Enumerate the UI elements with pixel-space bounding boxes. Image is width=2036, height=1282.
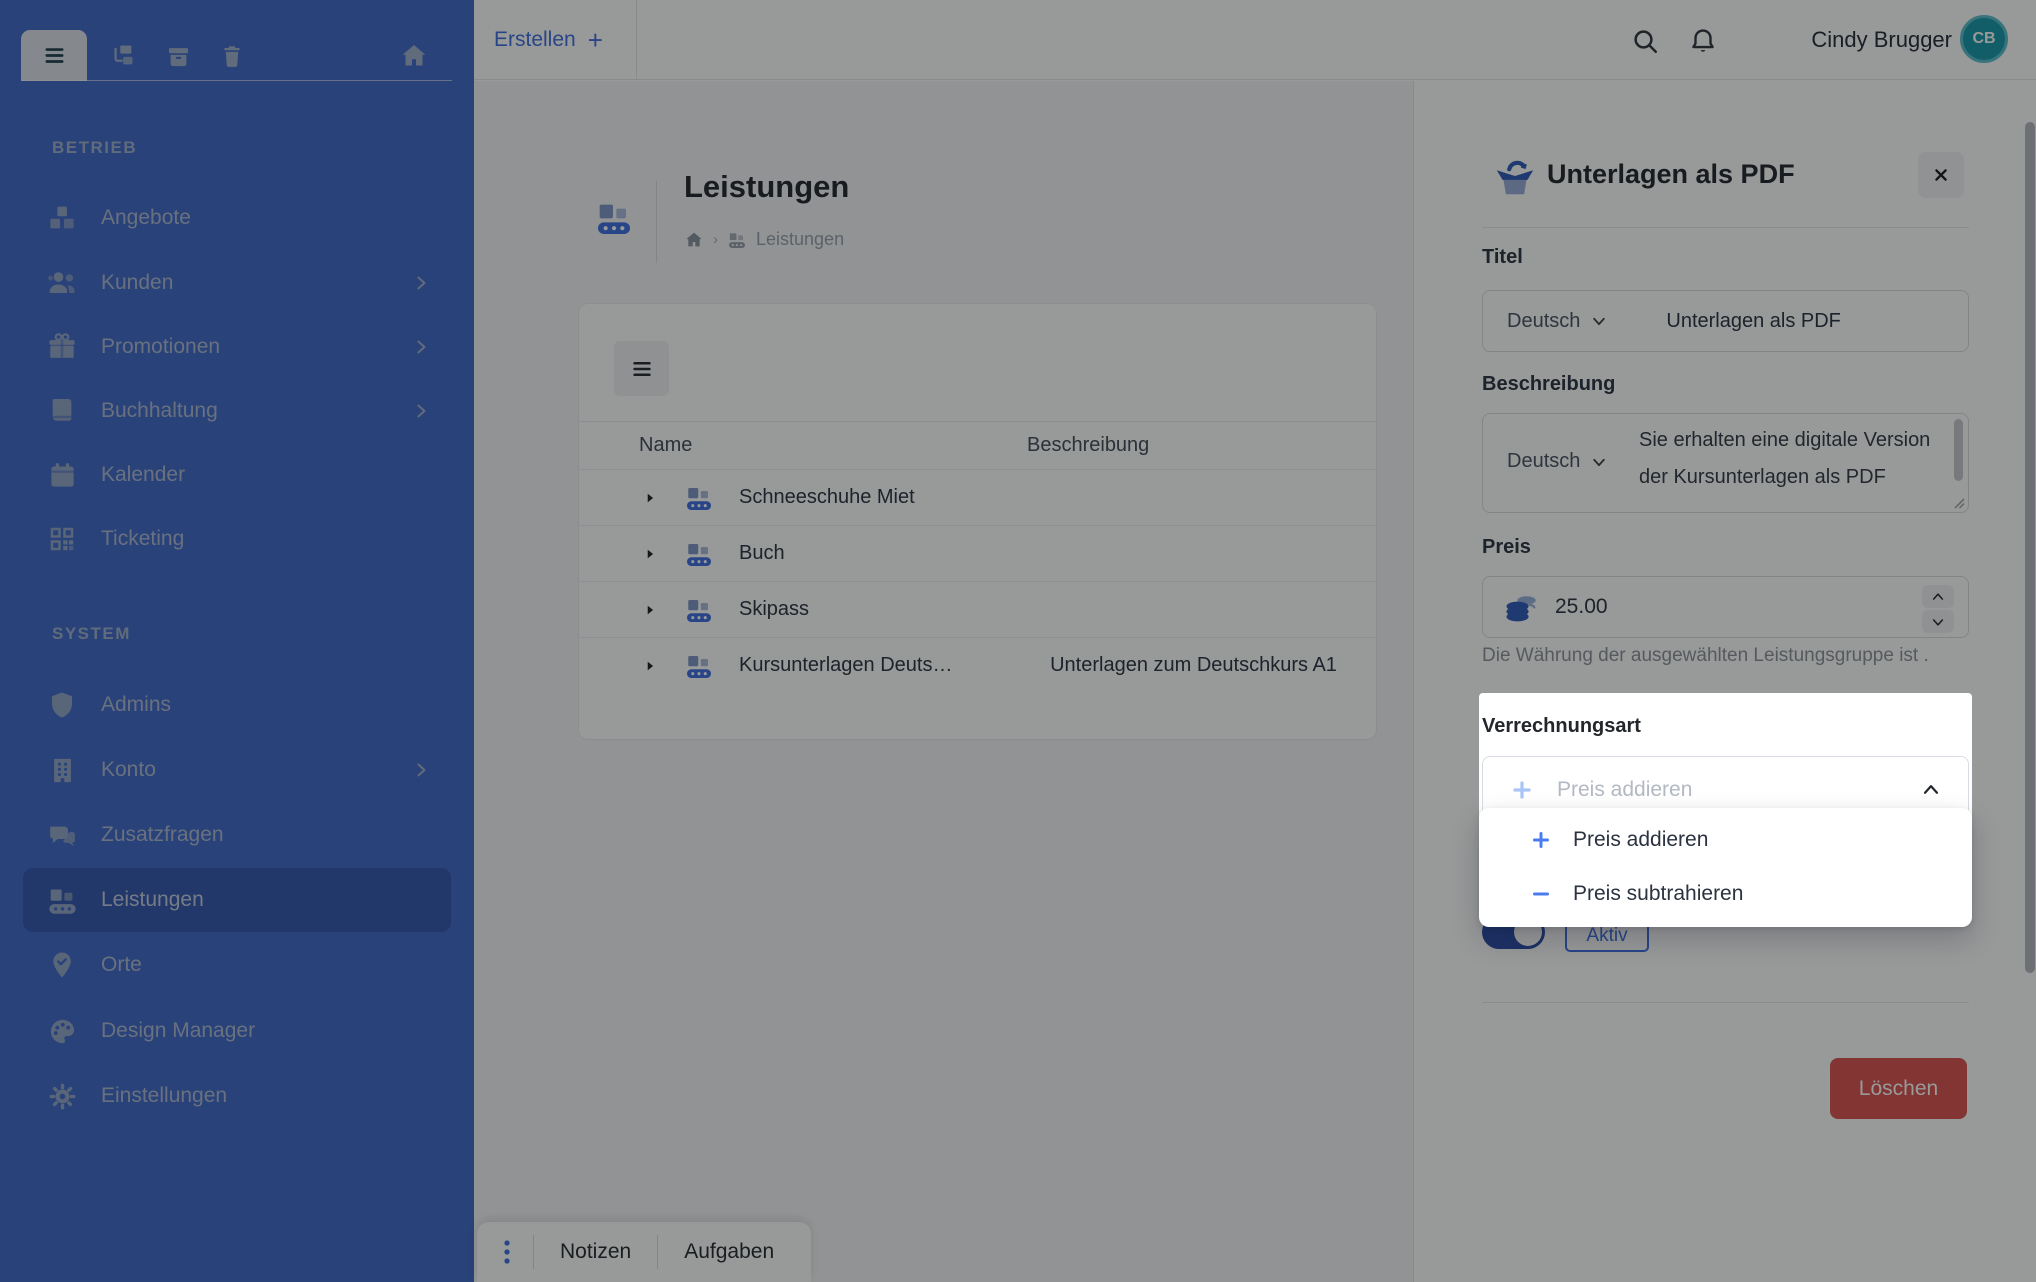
plus-icon bbox=[1509, 777, 1535, 803]
option-preis-subtrahieren[interactable]: Preis subtrahieren bbox=[1479, 867, 1972, 921]
chevron-up-icon bbox=[1920, 779, 1942, 801]
plus-icon bbox=[1529, 828, 1553, 852]
verrechnungsart-selected: Preis addieren bbox=[1557, 778, 1692, 802]
minus-icon bbox=[1529, 882, 1553, 906]
app-screen: BETRIEB Angebote Kunden Promotionen Buch… bbox=[0, 0, 2036, 1282]
verrechnungsart-group: Verrechnungsart Preis addieren bbox=[1479, 693, 1972, 824]
modal-backdrop[interactable] bbox=[0, 0, 2036, 1282]
verrechnungsart-label: Verrechnungsart bbox=[1482, 715, 1969, 738]
verrechnungsart-dropdown: Preis addieren Preis subtrahieren bbox=[1479, 808, 1972, 927]
option-preis-addieren[interactable]: Preis addieren bbox=[1479, 813, 1972, 867]
